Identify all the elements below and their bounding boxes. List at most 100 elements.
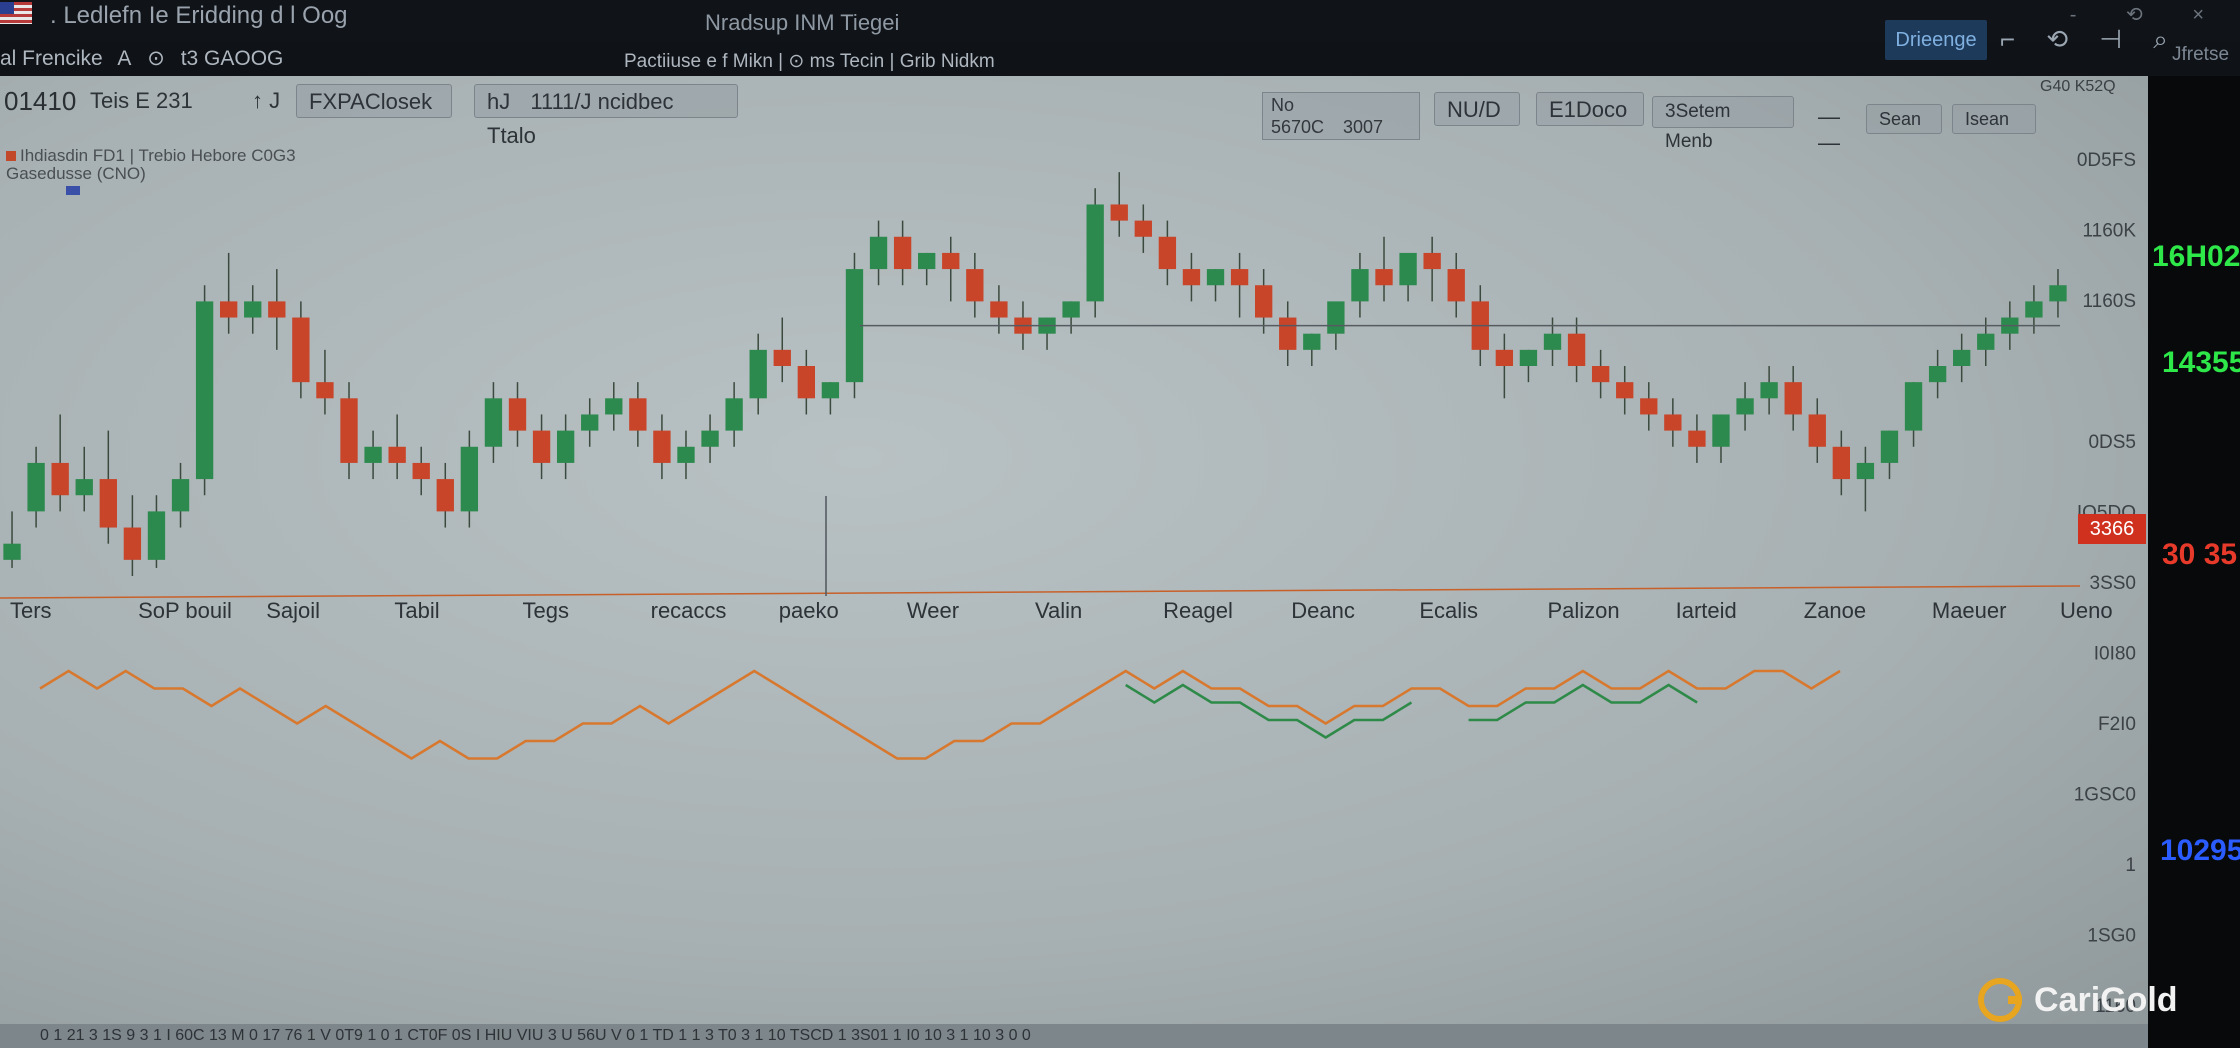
candle-body-up: [1206, 269, 1225, 286]
candle: [1928, 349, 1947, 399]
price-tag-blue: 102953: [2160, 834, 2240, 867]
y-axis-label: 0D5FS: [2077, 150, 2136, 171]
y-axis-label: I0I80: [2094, 644, 2136, 665]
candle-body-up: [581, 414, 599, 431]
alert-icon[interactable]: A: [117, 47, 131, 70]
candle-body-up: [556, 430, 575, 463]
candle: [219, 252, 238, 334]
candle: [1856, 446, 1875, 512]
drawing-tools-icons[interactable]: ⌐ ⟲ ⊣ ⌕: [2000, 24, 2180, 56]
candle: [869, 220, 888, 286]
y-axis-label: 1SG0: [2087, 926, 2136, 947]
candle: [1110, 172, 1128, 237]
menu-item-frencike[interactable]: al Frencike: [0, 47, 103, 70]
y-axis-label: 0DS5: [2088, 432, 2136, 453]
candle-body-down: [1134, 220, 1152, 237]
candle: [556, 414, 575, 480]
app-title: . Ledlefn Ie Eridding d l Oog: [50, 2, 348, 29]
status-bar: 0 1 21 3 1S 9 3 1 I 60C 13 M 0 17 76 1 V…: [0, 1024, 2148, 1048]
x-axis-label: Tegs: [523, 598, 569, 623]
candle: [75, 446, 93, 512]
candle-body-up: [460, 446, 479, 512]
candle-body-down: [508, 398, 527, 431]
candle-body-down: [412, 462, 430, 480]
window-title: Nradsup INM Tiegei: [705, 10, 900, 35]
menu-item-account[interactable]: t3 GAOOG: [181, 47, 284, 70]
candle-body-up: [1399, 252, 1417, 286]
y-axis-label: 3SS0: [2090, 573, 2136, 594]
candle: [268, 269, 286, 350]
y-axis-label: 1160S: [2082, 291, 2136, 312]
price-tag-red: 30 35: [2162, 538, 2238, 571]
y-axis-label: F2I0: [2098, 714, 2136, 735]
candle-body-down: [1230, 269, 1249, 286]
candle-body-down: [1495, 349, 1514, 366]
candles: [3, 172, 2067, 576]
candle-body-down: [773, 349, 791, 366]
candle: [195, 285, 214, 496]
y-axis-label: 1GSC0: [2074, 785, 2136, 806]
candle: [893, 220, 912, 286]
candle-body-up: [195, 301, 214, 480]
candle-body-up: [484, 398, 503, 447]
candle: [460, 430, 479, 528]
x-axis-label: Palizon: [1548, 598, 1620, 623]
candle-body-up: [869, 236, 888, 270]
candle: [605, 382, 623, 431]
candle-body-up: [1543, 333, 1562, 350]
candle-body-up: [364, 446, 382, 463]
candle-body-up: [821, 382, 840, 399]
x-axis-label: paeko: [779, 598, 839, 623]
x-axis-label: SoP bouil: [138, 598, 232, 623]
candle: [677, 430, 695, 480]
x-axis-label: Ecalis: [1419, 598, 1478, 623]
candle: [1279, 301, 1297, 366]
candle: [171, 462, 190, 528]
candle: [966, 252, 984, 318]
candle-body-up: [1928, 366, 1947, 383]
candle: [1303, 333, 1321, 366]
candle-body-down: [1279, 317, 1297, 350]
candle-body-down: [1158, 236, 1177, 270]
candle: [1904, 382, 1923, 447]
candle: [316, 349, 334, 415]
candle-body-down: [1182, 269, 1201, 286]
candle: [773, 317, 791, 383]
menu-center[interactable]: Pactiiuse e f Mikn | ⊙ ms Tecin | Grib N…: [624, 50, 995, 73]
candle: [244, 285, 262, 334]
candle: [1086, 188, 1104, 318]
candle: [653, 414, 671, 480]
candle-body-up: [1953, 349, 1971, 366]
price-chart[interactable]: 0D5FS1160K1160S0DS5IO5DO3SS0I0I80F2I01GS…: [0, 76, 2148, 1024]
oscillator-pane: [39, 669, 1841, 760]
candle-body-up: [2049, 285, 2067, 302]
candle-body-down: [1664, 414, 1682, 431]
candle-body-up: [701, 430, 719, 447]
candle-body-up: [749, 349, 767, 399]
candle-body-up: [1351, 269, 1369, 302]
exchange-button[interactable]: Drieenge: [1885, 20, 1987, 60]
right-menu-label[interactable]: Jfretse: [2172, 44, 2229, 66]
candle: [27, 446, 45, 528]
price-tag-green-2: 14355: [2162, 346, 2240, 379]
candle: [1784, 366, 1802, 431]
candle: [1664, 398, 1682, 447]
x-axis-label: Tabil: [394, 598, 439, 623]
candle: [51, 414, 69, 512]
candle-body-up: [1904, 382, 1923, 431]
candle: [1134, 204, 1152, 253]
candle-body-down: [1375, 269, 1393, 286]
candle-body-down: [268, 301, 286, 318]
candle: [99, 430, 117, 544]
candle-body-down: [653, 430, 671, 463]
settings-icon[interactable]: ⊙: [147, 47, 165, 70]
candle: [1423, 236, 1441, 302]
candle-body-up: [27, 462, 45, 512]
candle: [1808, 398, 1826, 463]
candle-body-down: [966, 269, 984, 302]
candle-body-down: [99, 479, 117, 528]
watermark-logo: CariGold: [1978, 978, 2178, 1022]
logo-text: CariGold: [2034, 980, 2178, 1019]
x-axis-label: Reagel: [1163, 598, 1233, 623]
candle: [3, 511, 21, 568]
